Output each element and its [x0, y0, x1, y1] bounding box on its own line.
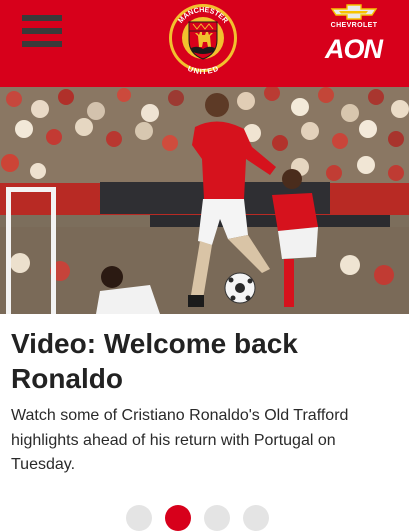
carousel-dot-2[interactable] — [165, 505, 191, 531]
goal-post-right — [51, 187, 56, 314]
chevrolet-wordmark: CHEVROLET — [330, 22, 378, 29]
aon-sponsor-logo[interactable]: AON — [325, 34, 383, 65]
goal-post — [6, 187, 11, 314]
carousel-dot-1[interactable] — [126, 505, 152, 531]
carousel-dot-4[interactable] — [243, 505, 269, 531]
hamburger-menu-icon[interactable] — [22, 15, 62, 49]
chevrolet-bowtie-icon — [330, 4, 378, 20]
article-headline[interactable]: Video: Welcome back Ronaldo — [11, 326, 401, 396]
carousel-dot-3[interactable] — [204, 505, 230, 531]
article-summary: Watch some of Cristiano Ronaldo's Old Tr… — [11, 407, 349, 473]
hero-image[interactable] — [0, 87, 409, 314]
chevrolet-sponsor-logo[interactable]: CHEVROLET — [326, 4, 382, 30]
football — [224, 272, 256, 304]
club-crest-logo[interactable]: MANCHESTER UNITED — [165, 2, 241, 74]
app-header: MANCHESTER UNITED CHEVROLET AON — [0, 0, 409, 87]
goal-crossbar — [6, 187, 56, 192]
